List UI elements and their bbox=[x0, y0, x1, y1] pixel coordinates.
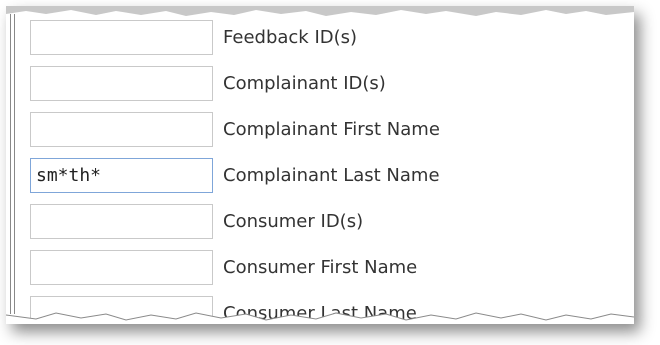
torn-bottom-edge bbox=[6, 312, 634, 324]
complainant-first-name-input[interactable] bbox=[30, 112, 213, 147]
form-row-feedback-id: Feedback ID(s) bbox=[30, 20, 357, 55]
complainant-id-label: Complainant ID(s) bbox=[223, 73, 386, 94]
consumer-id-label: Consumer ID(s) bbox=[223, 211, 364, 232]
consumer-first-name-input[interactable] bbox=[30, 250, 213, 285]
complainant-last-name-label: Complainant Last Name bbox=[223, 165, 440, 186]
torn-top-edge bbox=[6, 6, 634, 16]
form-row-complainant-first-name: Complainant First Name bbox=[30, 112, 440, 147]
form-row-complainant-last-name: Complainant Last Name bbox=[30, 158, 440, 193]
feedback-id-label: Feedback ID(s) bbox=[223, 27, 358, 48]
form-row-consumer-first-name: Consumer First Name bbox=[30, 250, 417, 285]
form-left-border bbox=[10, 14, 15, 314]
complainant-first-name-label: Complainant First Name bbox=[223, 119, 440, 140]
consumer-id-input[interactable] bbox=[30, 204, 213, 239]
form-row-complainant-id: Complainant ID(s) bbox=[30, 66, 386, 101]
form-row-consumer-id: Consumer ID(s) bbox=[30, 204, 363, 239]
search-form-excerpt: Feedback ID(s) Complainant ID(s) Complai… bbox=[6, 6, 634, 324]
feedback-id-input[interactable] bbox=[30, 20, 213, 55]
complainant-id-input[interactable] bbox=[30, 66, 213, 101]
complainant-last-name-input[interactable] bbox=[30, 158, 213, 193]
consumer-first-name-label: Consumer First Name bbox=[223, 257, 418, 278]
